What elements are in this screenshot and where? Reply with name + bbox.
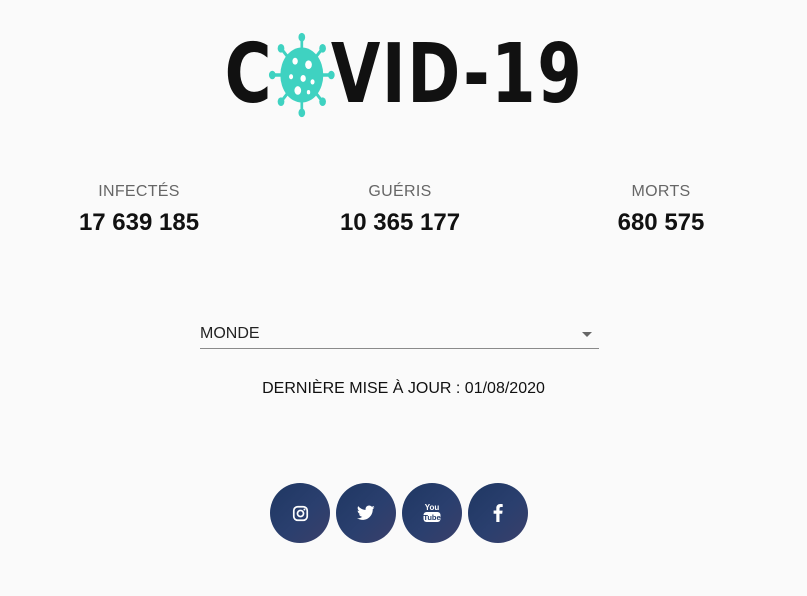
logo-text-c: C	[224, 27, 273, 122]
stat-infected-label: INFECTÉS	[98, 183, 180, 200]
dropdown-arrow-icon[interactable]	[582, 332, 592, 337]
facebook-button[interactable]	[468, 483, 528, 543]
stat-deaths: MORTS 680 575	[561, 183, 761, 237]
twitter-icon	[357, 505, 375, 520]
twitter-button[interactable]	[336, 483, 396, 543]
youtube-icon: You Tube	[423, 503, 441, 522]
instagram-button[interactable]	[270, 483, 330, 543]
social-links: You Tube	[270, 483, 528, 543]
page: C VID-19 INFECTÉS 17 639 185 GUÉRIS 10 3…	[0, 0, 807, 596]
covid-19-logo: C VID-19	[0, 30, 807, 120]
instagram-icon	[292, 505, 308, 521]
virus-icon	[268, 32, 335, 118]
stat-infected-value: 17 639 185	[78, 209, 200, 236]
stat-deaths-label: MORTS	[631, 183, 691, 200]
stat-recovered: GUÉRIS 10 365 177	[300, 183, 500, 237]
stat-recovered-label: GUÉRIS	[368, 183, 432, 200]
region-select-value: MONDE	[200, 325, 260, 342]
youtube-label-bottom: Tube	[423, 513, 440, 522]
youtube-label-top: You	[425, 503, 440, 512]
last-update-text: DERNIÈRE MISE À JOUR : 01/08/2020	[262, 380, 545, 397]
facebook-icon	[493, 504, 503, 522]
logo-text-vid-19: VID-19	[330, 27, 583, 122]
stat-infected: INFECTÉS 17 639 185	[39, 183, 239, 237]
stat-recovered-value: 10 365 177	[339, 209, 461, 236]
youtube-button[interactable]: You Tube	[402, 483, 462, 543]
stat-deaths-value: 680 575	[617, 209, 705, 236]
region-select[interactable]: MONDE	[200, 318, 599, 349]
